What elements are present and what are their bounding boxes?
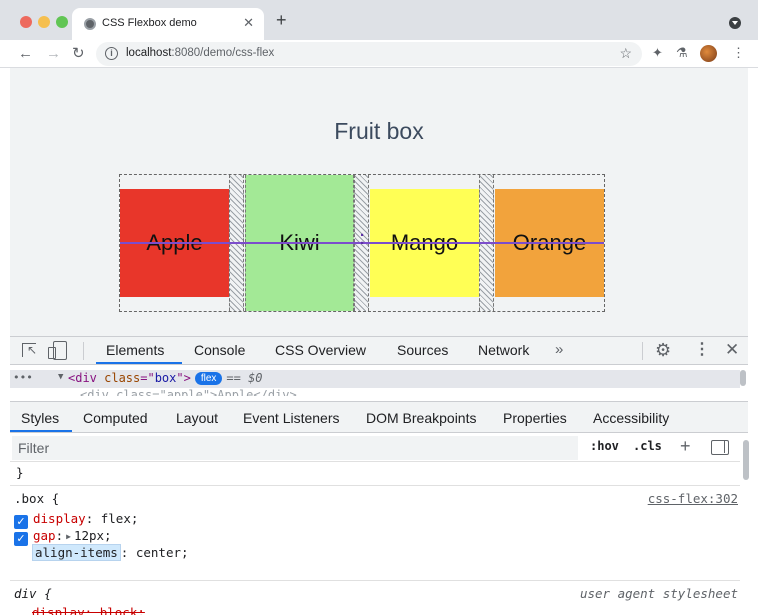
styles-rules: } .box { css-flex:302 ✓ display: flex; ✓ g… xyxy=(10,463,740,615)
scrollbar[interactable] xyxy=(740,370,746,386)
flex-badge[interactable]: flex xyxy=(194,372,223,385)
url-text[interactable]: localhost:8080/demo/css-flex xyxy=(126,47,274,59)
address-bar[interactable]: i localhost:8080/demo/css-flex ☆ xyxy=(96,42,642,66)
divider xyxy=(10,580,740,581)
star-icon[interactable]: ☆ xyxy=(619,45,632,62)
extensions-icon[interactable]: ✦ xyxy=(652,46,663,60)
dom-node-text: <div class="box"> flex == $0 xyxy=(68,371,263,385)
new-rule-button[interactable]: + xyxy=(680,436,691,456)
filter-input[interactable] xyxy=(12,436,578,460)
node-actions-ellipsis[interactable]: ••• xyxy=(13,371,33,384)
new-tab-button[interactable]: + xyxy=(276,11,287,29)
dom-tree: ••• ▼ <div class="box"> flex == $0 <div cl… xyxy=(10,366,748,396)
more-tabs-button[interactable]: » xyxy=(555,341,563,358)
tab-styles[interactable]: Styles xyxy=(21,410,59,426)
css-declaration: align-items: center; xyxy=(32,544,189,562)
property-name[interactable]: display xyxy=(33,511,86,526)
device-toolbar-icon[interactable] xyxy=(48,341,67,360)
forward-icon[interactable]: → xyxy=(46,44,61,64)
url-path: :8080/demo/css-flex xyxy=(171,47,275,59)
browser-tab[interactable]: CSS Flexbox demo ✕ xyxy=(72,8,264,40)
tab-elements[interactable]: Elements xyxy=(106,342,164,358)
overridden-property: display: block; xyxy=(32,605,145,615)
tab-console[interactable]: Console xyxy=(194,342,245,358)
tab-dom-breakpoints[interactable]: DOM Breakpoints xyxy=(366,410,476,426)
active-styles-tab-indicator xyxy=(10,430,72,432)
tab-layout[interactable]: Layout xyxy=(176,410,218,426)
property-name-editor[interactable]: align-items xyxy=(32,544,121,561)
property-checkbox[interactable]: ✓ xyxy=(14,515,28,529)
property-name[interactable]: gap xyxy=(33,528,56,543)
tab-title: CSS Flexbox demo xyxy=(102,17,197,29)
divider xyxy=(10,485,740,486)
hov-toggle[interactable]: :hov xyxy=(590,439,619,453)
page-title: Fruit box xyxy=(334,118,424,144)
divider xyxy=(642,342,643,360)
property-checkbox[interactable]: ✓ xyxy=(14,532,28,546)
back-icon[interactable]: ← xyxy=(18,44,33,64)
minimize-window-button[interactable] xyxy=(38,16,50,28)
reload-icon[interactable]: ↻ xyxy=(72,44,85,64)
tab-close-icon[interactable]: ✕ xyxy=(243,15,254,31)
tab-css-overview[interactable]: CSS Overview xyxy=(275,342,366,358)
active-tab-indicator xyxy=(96,362,182,364)
ua-rule-selector[interactable]: div { xyxy=(14,586,52,601)
cls-toggle[interactable]: .cls xyxy=(633,439,662,453)
gear-icon[interactable]: ⚙ xyxy=(655,340,671,360)
flask-icon[interactable]: ⚗ xyxy=(676,46,688,60)
property-value[interactable]: center; xyxy=(136,545,189,560)
maximize-window-button[interactable] xyxy=(56,16,68,28)
dom-node-child[interactable]: <div class="apple">Apple</div> xyxy=(80,388,297,396)
css-declaration: ✓ display: flex; xyxy=(14,511,139,529)
close-icon[interactable]: ✕ xyxy=(725,340,739,360)
css-declaration: ✓ gap: ▶ 12px; xyxy=(14,528,112,546)
kebab-menu-icon[interactable]: ⋮ xyxy=(694,341,710,359)
styles-tabbar: Styles Computed Layout Event Listeners D… xyxy=(10,401,748,433)
tab-sources[interactable]: Sources xyxy=(397,342,448,358)
devtools-tabbar: Elements Console CSS Overview Sources Ne… xyxy=(10,337,748,365)
rule-close-brace: } xyxy=(16,465,24,480)
styles-filter-bar: :hov .cls + xyxy=(10,434,740,462)
tab-properties[interactable]: Properties xyxy=(503,410,567,426)
property-value[interactable]: 12px; xyxy=(74,528,112,543)
close-window-button[interactable] xyxy=(20,16,32,28)
expand-triangle-icon[interactable]: ▶ xyxy=(66,532,71,541)
divider xyxy=(83,342,84,360)
rule-selector[interactable]: .box { xyxy=(14,491,59,506)
tab-event-listeners[interactable]: Event Listeners xyxy=(243,410,340,426)
toggle-sidebar-icon[interactable] xyxy=(711,440,729,455)
favicon-icon xyxy=(84,18,96,30)
inspect-element-icon[interactable] xyxy=(22,343,37,357)
css-declaration: display: block; xyxy=(32,605,145,615)
info-icon[interactable]: i xyxy=(105,47,118,60)
fruit-box: Apple Kiwi Mango Orange · · xyxy=(119,174,605,312)
tab-computed[interactable]: Computed xyxy=(83,410,148,426)
tab-bar: CSS Flexbox demo ✕ + xyxy=(0,0,758,40)
selected-marker: == $0 xyxy=(226,371,263,385)
dom-node-selected[interactable]: ••• ▼ <div class="box"> flex == $0 xyxy=(10,370,740,388)
gap-handle-icon: · · xyxy=(360,227,365,252)
tab-network[interactable]: Network xyxy=(478,342,529,358)
tab-search-icon[interactable] xyxy=(729,17,741,29)
avatar[interactable] xyxy=(700,45,717,62)
browser-toolbar: ← → ↻ i localhost:8080/demo/css-flex ☆ ✦… xyxy=(0,40,758,68)
property-value[interactable]: flex; xyxy=(101,511,139,526)
menu-icon[interactable]: ⋮ xyxy=(732,46,745,60)
tab-accessibility[interactable]: Accessibility xyxy=(593,410,669,426)
rule-source-link[interactable]: css-flex:302 xyxy=(648,491,738,506)
ua-stylesheet-label: user agent stylesheet xyxy=(579,586,738,601)
scrollbar[interactable] xyxy=(743,440,749,480)
url-host: localhost xyxy=(126,47,172,59)
page-viewport: Fruit box Apple Kiwi Mango Orange · · xyxy=(10,68,748,336)
devtools-panel: Elements Console CSS Overview Sources Ne… xyxy=(10,336,749,615)
expand-triangle-icon[interactable]: ▼ xyxy=(58,372,63,382)
